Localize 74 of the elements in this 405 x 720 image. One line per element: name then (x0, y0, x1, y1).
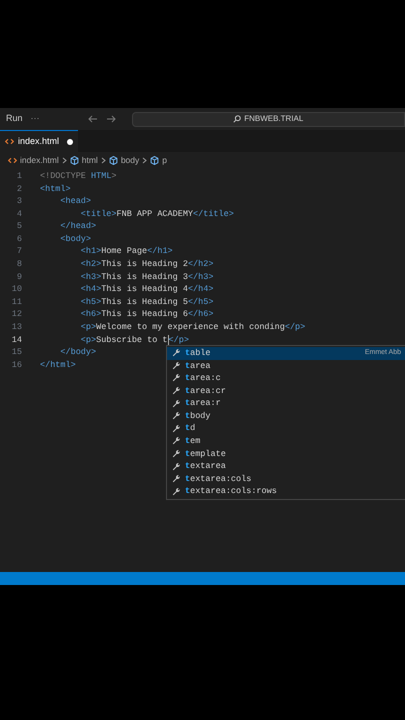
code-line: </head> (59, 220, 96, 234)
cube-icon (70, 156, 79, 164)
run-menu[interactable]: Run (6, 112, 23, 126)
wrench-icon (171, 486, 181, 497)
code-line: <h2>This is Heading 2</h2> (80, 258, 214, 271)
wrench-icon (171, 449, 181, 460)
code-line: <h5>This is Heading 5</h5> (80, 296, 214, 309)
wrench-icon (171, 436, 181, 446)
breadcrumb-item[interactable]: index.html (20, 154, 59, 166)
code-line: </body> (59, 346, 96, 359)
code-line: <title>FNB APP ACADEMY</title> (80, 208, 234, 220)
line-number: 15 (10, 346, 22, 359)
chevron-icon (142, 156, 148, 164)
line-number: 5 (16, 220, 22, 234)
line-number: 6 (16, 232, 22, 246)
wrench-icon (171, 386, 181, 396)
suggestion-item[interactable]: textarea (167, 460, 405, 473)
line-number: 2 (16, 182, 22, 196)
line-number: 9 (16, 270, 22, 284)
line-number: 10 (10, 283, 22, 296)
wrench-icon (171, 411, 181, 422)
wrench-icon (171, 360, 181, 371)
line-number: 13 (10, 321, 22, 334)
line-number: 3 (16, 195, 22, 208)
code-line: <body> (59, 232, 92, 246)
search-field[interactable]: FNBWEB.TRIAL (132, 112, 405, 126)
code-line: <p>Welcome to my experience with conding</p> (80, 321, 306, 334)
forward-arrow-icon[interactable] (106, 115, 116, 123)
back-arrow-icon[interactable] (88, 115, 98, 123)
code-line: <head> (59, 195, 92, 208)
code-file-icon (5, 138, 14, 145)
line-number: 4 (16, 208, 22, 220)
wrench-icon (171, 462, 181, 472)
breadcrumb-item[interactable]: body (120, 154, 140, 166)
breadcrumb-item[interactable]: html (82, 154, 98, 166)
wrench-icon (171, 474, 181, 484)
cube-icon (150, 156, 160, 164)
code-line: <p>Subscribe to t</p> (80, 334, 189, 346)
suggestion-item[interactable]: tarea (167, 360, 405, 372)
wrench-icon (171, 424, 181, 434)
suggestion-item[interactable]: td (167, 422, 405, 436)
code-line: <h4>This is Heading 4</h4> (80, 283, 214, 296)
wrench-icon (171, 398, 181, 409)
line-number: 16 (10, 358, 22, 372)
code-line: <h6>This is Heading 6</h6> (80, 308, 214, 322)
more-menu[interactable]: ··· (30, 112, 40, 126)
cube-icon (108, 156, 118, 164)
suggestion-item[interactable]: tarea:c (167, 372, 405, 385)
line-number: 12 (10, 308, 22, 322)
code-line: <html> (40, 182, 71, 196)
line-number: 1 (16, 170, 22, 183)
line-number: 7 (16, 245, 22, 258)
chevron-icon (62, 156, 67, 164)
line-number: 8 (16, 258, 22, 271)
wrench-icon (171, 373, 181, 384)
search-icon (233, 115, 242, 123)
suggestion-item[interactable]: tarea:cr (167, 384, 405, 398)
code-line: <h3>This is Heading 3</h3> (80, 270, 214, 284)
code-line: </html> (40, 358, 76, 372)
suggestion-item[interactable]: tem (167, 435, 405, 448)
breadcrumb-item[interactable]: p (162, 154, 167, 166)
suggestion-item[interactable]: tbody (167, 410, 405, 423)
wrench-icon (171, 348, 181, 358)
suggestion-item[interactable]: textarea:cols:rows (167, 486, 405, 498)
suggestion-item[interactable]: tarea:r (167, 397, 405, 410)
suggestion-item[interactable]: template (167, 448, 405, 460)
suggestion-item[interactable]: textarea:cols (167, 472, 405, 486)
code-line: <!DOCTYPE HTML> (40, 170, 117, 183)
editor-tab[interactable]: index.html (0, 130, 78, 152)
line-number: 11 (10, 296, 22, 309)
line-number: 14 (10, 334, 22, 346)
code-file-icon (8, 156, 17, 164)
chevron-icon (100, 156, 106, 164)
code-line: <h1>Home Page</h1> (80, 245, 173, 258)
